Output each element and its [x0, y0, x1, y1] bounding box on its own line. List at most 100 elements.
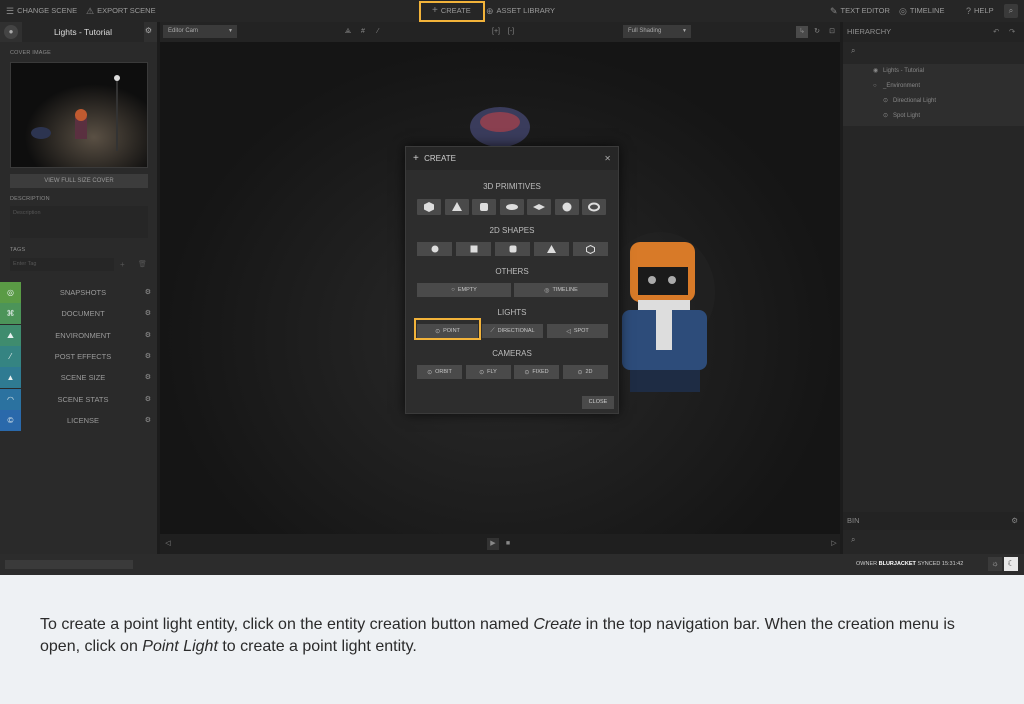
- camera-select[interactable]: Editor Cam ▼: [163, 25, 237, 38]
- section-post-effects[interactable]: ⁄ POST EFFECTS ⚙: [0, 345, 157, 367]
- rotate-icon[interactable]: ↻: [811, 26, 823, 38]
- empty-button[interactable]: ○ EMPTY: [417, 283, 511, 297]
- square-shape-button[interactable]: [456, 242, 491, 256]
- hierarchy-item[interactable]: ◉ Lights - Tutorial: [843, 64, 1024, 79]
- collapse-right-icon[interactable]: ▷: [828, 538, 840, 550]
- grid-icon[interactable]: #: [357, 26, 369, 38]
- copyright-icon: ©: [0, 409, 21, 431]
- capsule-primitive-button[interactable]: [499, 199, 524, 215]
- cube-icon: [424, 202, 434, 212]
- shading-select[interactable]: Full Shading ▼: [623, 25, 691, 38]
- gear-icon[interactable]: ⚙: [145, 26, 152, 35]
- project-title[interactable]: Lights - Tutorial: [22, 22, 144, 42]
- torus-primitive-button[interactable]: [582, 199, 606, 215]
- wand-icon: ⁄: [0, 345, 21, 367]
- section-snapshots[interactable]: ◎ SNAPSHOTS ⚙: [0, 282, 157, 303]
- document-icon: ⌘: [0, 303, 21, 325]
- section-label: POST EFFECTS: [54, 351, 112, 361]
- asset-library-button[interactable]: ⊕ ASSET LIBRARY: [486, 0, 555, 22]
- description-field[interactable]: Description: [10, 206, 148, 238]
- box-primitive-button[interactable]: [417, 199, 441, 215]
- section-scene-size[interactable]: ▲ SCENE SIZE ⚙: [0, 367, 157, 389]
- cylinder-primitive-button[interactable]: [472, 199, 496, 215]
- environment-icon: ⛰: [0, 324, 21, 346]
- gear-icon[interactable]: ⚙: [145, 325, 151, 346]
- directional-light-icon: ⟋: [490, 327, 495, 334]
- cone-primitive-button[interactable]: [444, 199, 469, 215]
- frame-all-icon[interactable]: [-]: [505, 26, 517, 38]
- view-full-size-cover-button[interactable]: VIEW FULL SIZE COVER: [10, 174, 148, 188]
- scale-icon[interactable]: ⊡: [826, 26, 838, 38]
- entity-icon: ○: [873, 83, 877, 89]
- gear-icon[interactable]: ⚙: [1011, 512, 1018, 530]
- text-editor-button[interactable]: ✎ TEXT EDITOR: [830, 0, 890, 22]
- sphere-primitive-button[interactable]: [554, 199, 579, 215]
- collapse-left-icon[interactable]: ◁: [162, 538, 174, 550]
- search-icon[interactable]: ⌕: [1004, 4, 1018, 18]
- circle-shape-button[interactable]: [417, 242, 452, 256]
- change-scene-button[interactable]: ☰ CHANGE SCENE: [6, 0, 77, 22]
- gear-icon[interactable]: ⚙: [145, 367, 151, 388]
- asset-library-label: ASSET LIBRARY: [496, 6, 556, 15]
- play-icon[interactable]: ▶: [487, 538, 499, 550]
- primitives-section-title: 3D PRIMITIVES: [483, 182, 541, 191]
- moon-icon[interactable]: ☾: [1004, 557, 1018, 571]
- translate-icon[interactable]: ↳: [796, 26, 808, 38]
- orbit-camera-button[interactable]: ⊙ ORBIT: [417, 365, 462, 379]
- bin-title: BIN: [847, 516, 860, 525]
- export-scene-button[interactable]: ⚠ EXPORT SCENE: [86, 0, 156, 22]
- plane-icon: [533, 204, 545, 210]
- hierarchy-item[interactable]: ○ _Environment: [843, 79, 1024, 94]
- close-button[interactable]: CLOSE: [582, 396, 614, 409]
- gear-icon[interactable]: ⚙: [145, 389, 151, 410]
- snap-icon[interactable]: ⟁: [342, 26, 354, 38]
- directional-light-button[interactable]: ⟋ DIRECTIONAL: [482, 324, 543, 338]
- gear-icon[interactable]: ⚙: [145, 303, 151, 324]
- stop-icon[interactable]: ■: [502, 538, 514, 550]
- cover-image[interactable]: [10, 62, 148, 168]
- caption-point-light-term: Point Light: [142, 638, 218, 655]
- gear-icon[interactable]: ⚙: [145, 346, 151, 367]
- fly-camera-button[interactable]: ⊙ FLY: [465, 365, 511, 379]
- help-button[interactable]: ? HELP: [966, 0, 994, 22]
- gear-icon[interactable]: ⚙: [145, 282, 151, 303]
- sun-icon[interactable]: ☼: [988, 557, 1002, 571]
- timeline-icon: ◎: [899, 6, 907, 16]
- svg-shape-button[interactable]: [573, 242, 608, 256]
- camera-icon: ◎: [0, 282, 21, 303]
- rounded-square-shape-button[interactable]: [495, 242, 530, 256]
- gear-icon[interactable]: ⚙: [145, 410, 151, 431]
- 2d-camera-button[interactable]: ⊙ 2D: [562, 365, 608, 379]
- frame-selection-icon[interactable]: [+]: [490, 26, 502, 38]
- sphere-icon: [562, 202, 571, 212]
- plane-primitive-button[interactable]: [527, 199, 551, 215]
- project-icon[interactable]: ●: [4, 25, 18, 39]
- hierarchy-item[interactable]: ⊙ Spot Light: [843, 109, 1024, 124]
- undo-icon[interactable]: ↶: [993, 22, 999, 42]
- hierarchy-tree: ◉ Lights - Tutorial ○ _Environment ⊙ Directio…: [843, 64, 1024, 126]
- section-document[interactable]: ⌘ DOCUMENT ⚙: [0, 303, 157, 325]
- entity-icon: ⊙: [883, 113, 889, 119]
- wand-tool-icon[interactable]: ⁄: [372, 26, 384, 38]
- hierarchy-item[interactable]: ⊙ Directional Light: [843, 94, 1024, 109]
- section-label: LICENSE: [66, 415, 100, 425]
- section-environment[interactable]: ⛰ ENVIRONMENT ⚙: [0, 324, 157, 346]
- torus-icon: [588, 202, 600, 212]
- close-icon[interactable]: ✕: [604, 147, 611, 170]
- timeline-button[interactable]: ◎ TIMELINE: [899, 0, 944, 22]
- redo-icon[interactable]: ↷: [1009, 22, 1015, 42]
- trash-icon[interactable]: 🗑: [138, 260, 147, 268]
- bin-search-icon[interactable]: ⌕: [851, 535, 855, 545]
- fixed-camera-button[interactable]: ⊙ FIXED: [514, 365, 559, 379]
- hierarchy-search-icon[interactable]: ⌕: [851, 46, 855, 56]
- add-tag-icon[interactable]: +: [120, 260, 125, 269]
- section-license[interactable]: © LICENSE ⚙: [0, 409, 157, 431]
- timeline-entity-button[interactable]: ◎ TIMELINE: [514, 283, 608, 297]
- tag-input[interactable]: Enter Tag: [10, 258, 114, 271]
- spot-light-button[interactable]: ◁ SPOT: [547, 324, 608, 338]
- section-scene-stats[interactable]: ◠ SCENE STATS ⚙: [0, 388, 157, 410]
- owner-name: BLURJACKET: [878, 561, 916, 567]
- camera-select-value: Editor Cam: [168, 28, 199, 34]
- shading-select-value: Full Shading: [628, 28, 662, 34]
- triangle-shape-button[interactable]: [534, 242, 569, 256]
